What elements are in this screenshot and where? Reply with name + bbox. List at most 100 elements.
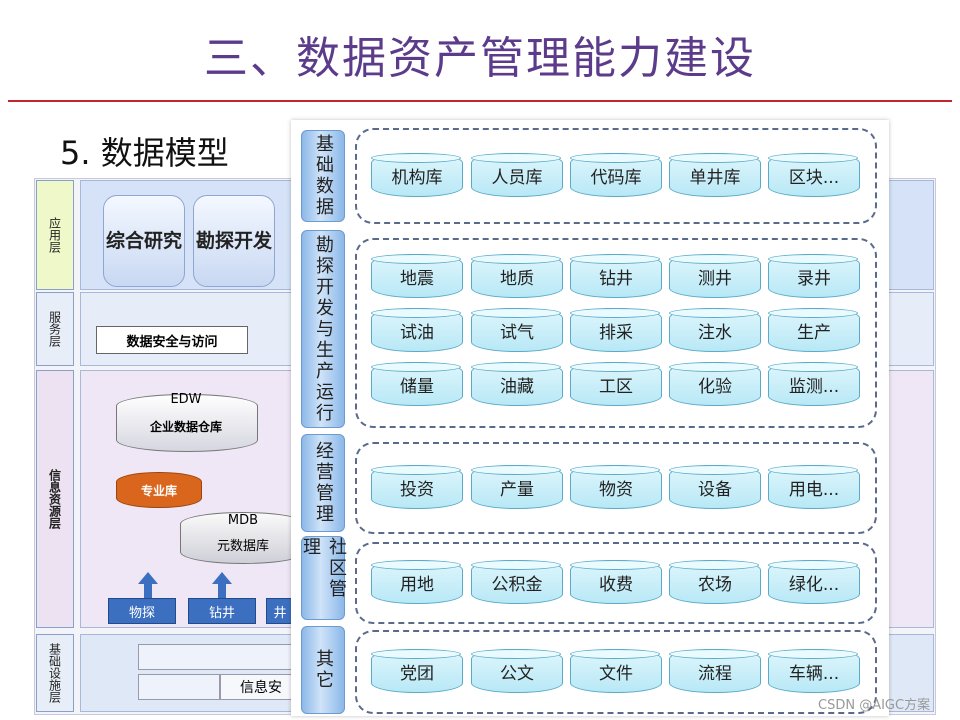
data-table-cylinder: 投资 — [371, 465, 463, 509]
data-table-cylinder: 文件 — [570, 649, 662, 693]
data-table-label: 生产 — [797, 322, 831, 343]
data-table-label: 收费 — [599, 574, 633, 595]
data-table-label: 公积金 — [491, 574, 543, 595]
layer-service: 服务层 — [36, 292, 74, 366]
data-table-label: 试油 — [400, 322, 434, 343]
data-table-label: 钻井 — [599, 268, 633, 289]
data-table-cylinder: 区块... — [768, 153, 860, 197]
data-table-cylinder: 用电... — [768, 465, 860, 509]
data-table-label: 人员库 — [491, 167, 543, 188]
data-model-panel: 基础数据 机构库 人员库 代码库 单井库 区块... 勘探开发与生产运行 地震 地质 钻井 测井 录井… — [291, 120, 889, 716]
title-divider — [8, 100, 952, 102]
app-card-research: 综合研究 — [103, 195, 185, 287]
data-table-label: 机构库 — [391, 167, 443, 188]
data-table-cylinder: 注水 — [669, 308, 761, 352]
mdb-label: MDB — [227, 513, 259, 528]
up-arrow-stem — [144, 584, 152, 598]
data-table-cylinder: 产量 — [471, 465, 563, 509]
layer-application: 应用层 — [36, 180, 74, 290]
service-security-box: 数据安全与访问 — [96, 326, 248, 354]
app-card-exploration: 勘探开发 — [193, 195, 275, 287]
data-table-cylinder: 绿化... — [768, 560, 860, 604]
mdb-sublabel: 元数据库 — [216, 539, 269, 554]
data-table-label: 物资 — [599, 479, 633, 500]
specialty-database: 专业库 — [116, 472, 202, 508]
data-table-cylinder: 地震 — [371, 254, 463, 298]
data-table-label: 化验 — [698, 376, 732, 397]
source-drilling: 钻井 — [188, 598, 256, 624]
infrastructure-bar — [138, 644, 300, 670]
data-table-label: 工区 — [599, 376, 633, 397]
data-table-label: 注水 — [698, 322, 732, 343]
category-label: 经营管理 — [301, 434, 345, 532]
data-table-cylinder: 监测... — [768, 362, 860, 406]
watermark: CSDN @AIGC方案 — [818, 698, 931, 713]
category-label-text: 经营管理 — [313, 441, 334, 525]
data-table-cylinder: 工区 — [570, 362, 662, 406]
data-table-cylinder: 收费 — [570, 560, 662, 604]
category-label-text: 勘探开发与生产运行 — [313, 234, 334, 424]
data-table-label: 党团 — [400, 663, 434, 684]
data-table-label: 测井 — [698, 268, 732, 289]
infrastructure-security-label: 信息安 — [220, 674, 302, 700]
data-table-label: 公文 — [500, 663, 534, 684]
data-table-cylinder: 机构库 — [371, 153, 463, 197]
data-table-cylinder: 录井 — [768, 254, 860, 298]
data-table-label: 农场 — [698, 574, 732, 595]
data-table-cylinder: 油藏 — [471, 362, 563, 406]
data-table-label: 地震 — [400, 268, 434, 289]
data-table-label: 录井 — [797, 268, 831, 289]
up-arrow-stem — [218, 584, 226, 598]
section-subtitle: 5. 数据模型 — [60, 134, 229, 172]
category-label: 其它 — [301, 626, 345, 714]
category-label-text: 社区管理 — [300, 537, 347, 600]
data-table-label: 油藏 — [500, 376, 534, 397]
data-table-label: 投资 — [400, 479, 434, 500]
layer-infrastructure: 基础设施层 — [36, 634, 74, 712]
data-table-label: 用地 — [400, 574, 434, 595]
data-table-cylinder: 试油 — [371, 308, 463, 352]
data-table-label: 车辆... — [788, 663, 840, 684]
data-table-cylinder: 流程 — [669, 649, 761, 693]
data-table-cylinder: 农场 — [669, 560, 761, 604]
data-table-label: 绿化... — [788, 574, 840, 595]
data-table-cylinder: 单井库 — [669, 153, 761, 197]
page-title: 三、数据资产管理能力建设 — [204, 33, 756, 84]
data-table-cylinder: 钻井 — [570, 254, 662, 298]
data-table-label: 试气 — [500, 322, 534, 343]
data-table-label: 用电... — [788, 479, 840, 500]
category-label: 社区管理 — [300, 536, 347, 620]
data-table-label: 地质 — [500, 268, 534, 289]
data-table-cylinder: 测井 — [669, 254, 761, 298]
data-table-label: 文件 — [599, 663, 633, 684]
source-well: 井 — [266, 598, 294, 624]
data-table-label: 设备 — [698, 479, 732, 500]
data-table-cylinder: 化验 — [669, 362, 761, 406]
data-table-cylinder: 人员库 — [471, 153, 563, 197]
data-table-cylinder: 储量 — [371, 362, 463, 406]
layer-info-resource: 信息资源层 — [36, 370, 74, 628]
data-table-cylinder: 车辆... — [768, 649, 860, 693]
data-table-label: 区块... — [788, 167, 840, 188]
category-label-text: 基础数据 — [313, 134, 334, 218]
data-table-label: 产量 — [500, 479, 534, 500]
up-arrow-icon — [138, 572, 158, 584]
source-geophysics: 物探 — [108, 598, 176, 624]
data-table-cylinder: 公积金 — [471, 560, 563, 604]
up-arrow-icon — [212, 572, 232, 584]
infrastructure-bar — [138, 674, 220, 700]
category-label-text: 其它 — [313, 649, 334, 691]
data-table-cylinder: 公文 — [471, 649, 563, 693]
category-label: 勘探开发与生产运行 — [301, 230, 345, 428]
data-table-label: 储量 — [400, 376, 434, 397]
data-table-label: 代码库 — [590, 167, 642, 188]
category-label: 基础数据 — [301, 130, 345, 222]
mdb-database: MDB 元数据库 — [180, 512, 306, 564]
data-table-label: 单井库 — [689, 167, 741, 188]
edw-label: EDW — [170, 392, 202, 407]
data-table-cylinder: 试气 — [471, 308, 563, 352]
data-table-cylinder: 排采 — [570, 308, 662, 352]
edw-database: EDW 企业数据仓库 — [116, 384, 258, 452]
data-table-label: 监测... — [788, 376, 840, 397]
data-table-cylinder: 地质 — [471, 254, 563, 298]
